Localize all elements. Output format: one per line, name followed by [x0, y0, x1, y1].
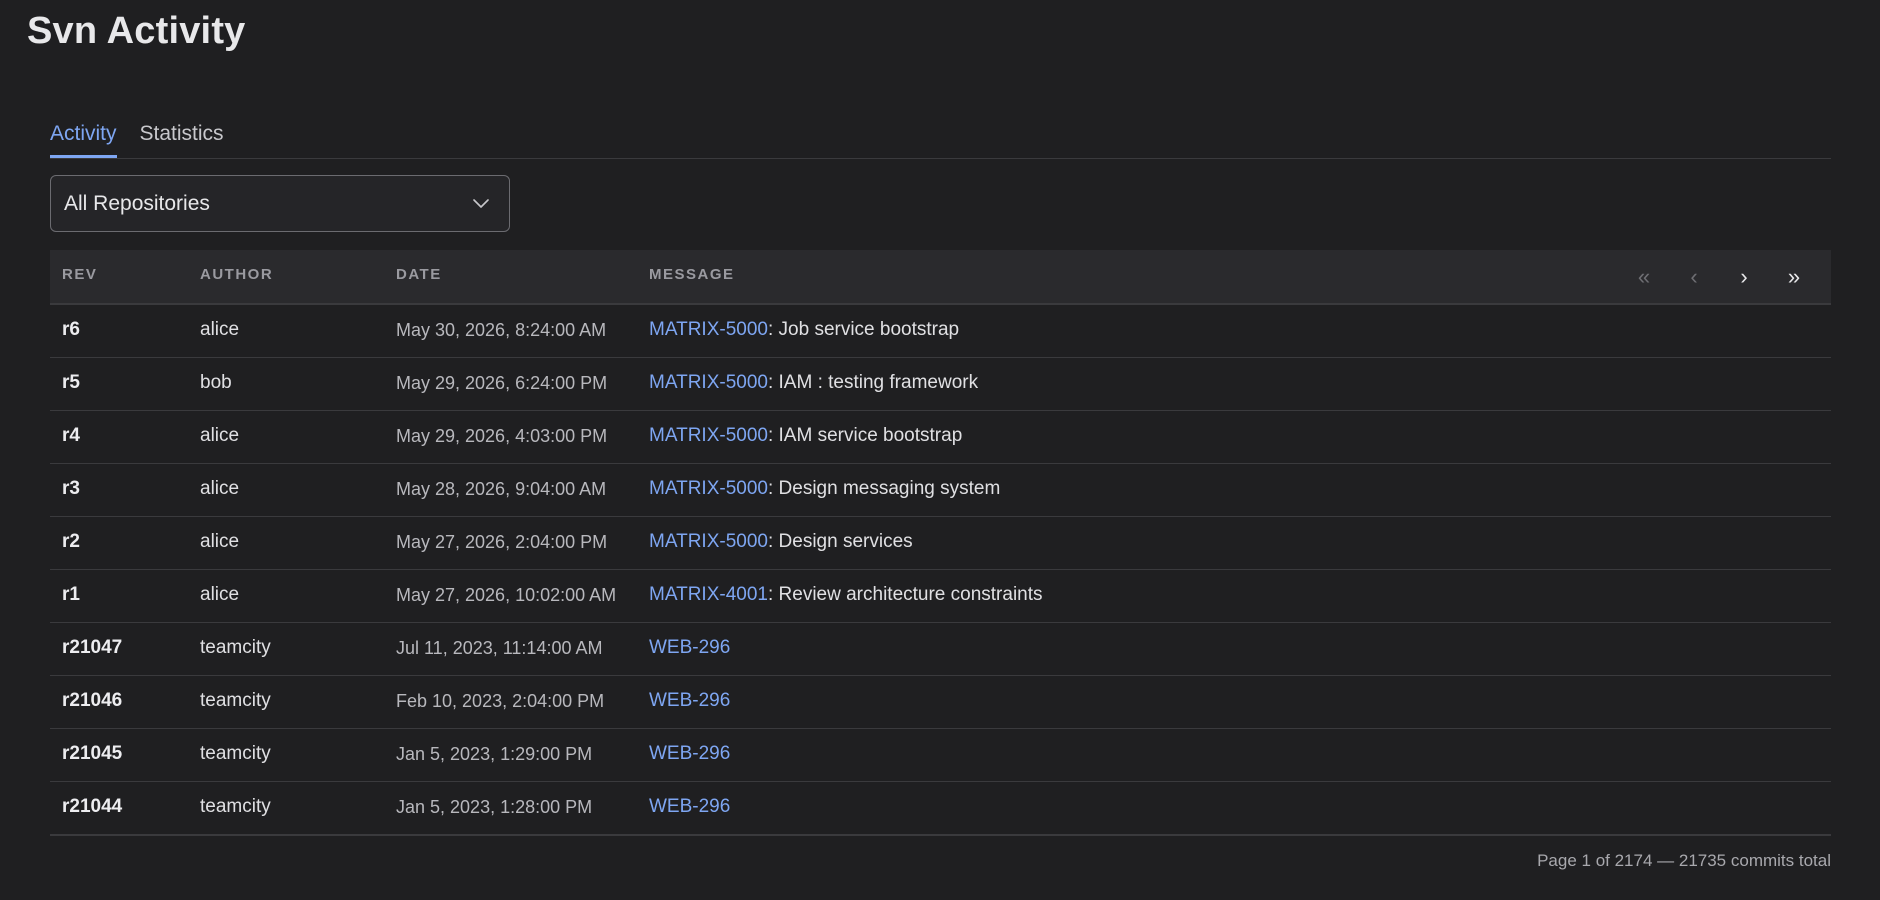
table-row: r21045 teamcity Jan 5, 2023, 1:29:00 PM …	[50, 729, 1831, 782]
author-cell: alice	[200, 531, 240, 552]
table-row: r21044 teamcity Jan 5, 2023, 1:28:00 PM …	[50, 782, 1831, 835]
date-cell: May 29, 2026, 4:03:00 PM	[396, 426, 608, 446]
tab-bar: Activity Statistics	[50, 118, 1831, 159]
rev-cell: r21044	[62, 796, 123, 817]
date-cell: Jul 11, 2023, 11:14:00 AM	[396, 638, 603, 658]
message-cell: MATRIX-5000: Job service bootstrap	[649, 319, 959, 341]
author-cell: alice	[200, 319, 240, 340]
issue-link[interactable]: MATRIX-4001	[649, 584, 768, 605]
message-text: : Job service bootstrap	[767, 319, 960, 340]
rev-cell: r2	[62, 531, 80, 552]
message-cell: MATRIX-4001: Review architecture constra…	[649, 584, 1043, 606]
author-cell: teamcity	[200, 743, 271, 764]
author-cell: alice	[200, 584, 240, 605]
message-text: : Design services	[767, 531, 913, 552]
author-cell: bob	[200, 372, 232, 393]
message-cell: WEB-296	[649, 637, 730, 659]
author-cell: teamcity	[200, 637, 271, 658]
message-cell: WEB-296	[649, 690, 730, 712]
issue-link[interactable]: MATRIX-5000	[649, 319, 768, 340]
rev-cell: r21047	[62, 637, 123, 658]
table-row: r4 alice May 29, 2026, 4:03:00 PM MATRIX…	[50, 411, 1831, 464]
rev-cell: r4	[62, 425, 80, 446]
date-cell: May 30, 2026, 8:24:00 AM	[396, 320, 607, 340]
table-row: r1 alice May 27, 2026, 10:02:00 AM MATRI…	[50, 570, 1831, 623]
pagination-summary: Page 1 of 2174 — 21735 commits total	[1537, 851, 1831, 870]
tab-activity[interactable]: Activity	[50, 118, 117, 158]
page-title: Svn Activity	[27, 10, 246, 52]
message-cell: MATRIX-5000: Design messaging system	[649, 478, 1000, 500]
date-cell: May 27, 2026, 10:02:00 AM	[396, 585, 617, 605]
message-cell: MATRIX-5000: Design services	[649, 531, 913, 553]
first-page-button[interactable]: «	[1619, 260, 1669, 294]
rev-cell: r1	[62, 584, 80, 605]
issue-link[interactable]: WEB-296	[649, 743, 730, 764]
date-cell: May 28, 2026, 9:04:00 AM	[396, 479, 607, 499]
rev-cell: r5	[62, 372, 80, 393]
tab-statistics[interactable]: Statistics	[140, 118, 224, 158]
rev-cell: r6	[62, 319, 80, 340]
message-cell: WEB-296	[649, 796, 730, 818]
message-text: : IAM : testing framework	[767, 372, 979, 393]
table-row: r5 bob May 29, 2026, 6:24:00 PM MATRIX-5…	[50, 358, 1831, 411]
table-header: REV AUTHOR DATE MESSAGE « ‹ › »	[50, 250, 1831, 305]
repository-select[interactable]: All Repositories	[50, 175, 510, 232]
date-cell: Jan 5, 2023, 1:28:00 PM	[396, 797, 593, 817]
issue-link[interactable]: MATRIX-5000	[649, 531, 768, 552]
author-cell: teamcity	[200, 690, 271, 711]
issue-link[interactable]: WEB-296	[649, 796, 730, 817]
next-page-button[interactable]: ›	[1719, 260, 1769, 294]
table-row: r6 alice May 30, 2026, 8:24:00 AM MATRIX…	[50, 305, 1831, 358]
date-cell: May 27, 2026, 2:04:00 PM	[396, 532, 608, 552]
message-cell: MATRIX-5000: IAM service bootstrap	[649, 425, 962, 447]
message-text: : Review architecture constraints	[767, 584, 1043, 605]
pagination-controls: « ‹ › »	[1619, 260, 1819, 294]
message-cell: MATRIX-5000: IAM : testing framework	[649, 372, 978, 394]
table-body: r6 alice May 30, 2026, 8:24:00 AM MATRIX…	[50, 305, 1831, 835]
table-row: r21046 teamcity Feb 10, 2023, 2:04:00 PM…	[50, 676, 1831, 729]
rev-cell: r21046	[62, 690, 123, 711]
issue-link[interactable]: MATRIX-5000	[649, 425, 768, 446]
table-row: r21047 teamcity Jul 11, 2023, 11:14:00 A…	[50, 623, 1831, 676]
svn-activity-page: Svn Activity Activity Statistics All Rep…	[0, 0, 1880, 900]
header-date: DATE	[396, 266, 442, 283]
commits-table: REV AUTHOR DATE MESSAGE « ‹ › » r6 alice…	[50, 250, 1831, 836]
table-row: r3 alice May 28, 2026, 9:04:00 AM MATRIX…	[50, 464, 1831, 517]
date-cell: Feb 10, 2023, 2:04:00 PM	[396, 691, 605, 711]
issue-link[interactable]: WEB-296	[649, 690, 730, 711]
date-cell: May 29, 2026, 6:24:00 PM	[396, 373, 608, 393]
message-text: : IAM service bootstrap	[767, 425, 963, 446]
header-message: MESSAGE	[649, 266, 735, 283]
last-page-button[interactable]: »	[1769, 260, 1819, 294]
chevron-down-icon	[471, 194, 491, 214]
repository-select-value: All Repositories	[64, 191, 210, 215]
previous-page-button[interactable]: ‹	[1669, 260, 1719, 294]
message-cell: WEB-296	[649, 743, 730, 765]
message-text: : Design messaging system	[767, 478, 1001, 499]
header-rev: REV	[62, 266, 98, 283]
header-author: AUTHOR	[200, 266, 274, 283]
issue-link[interactable]: WEB-296	[649, 637, 730, 658]
rev-cell: r21045	[62, 743, 123, 764]
issue-link[interactable]: MATRIX-5000	[649, 478, 768, 499]
author-cell: alice	[200, 478, 240, 499]
table-row: r2 alice May 27, 2026, 2:04:00 PM MATRIX…	[50, 517, 1831, 570]
date-cell: Jan 5, 2023, 1:29:00 PM	[396, 744, 593, 764]
rev-cell: r3	[62, 478, 80, 499]
author-cell: teamcity	[200, 796, 271, 817]
author-cell: alice	[200, 425, 240, 446]
issue-link[interactable]: MATRIX-5000	[649, 372, 768, 393]
